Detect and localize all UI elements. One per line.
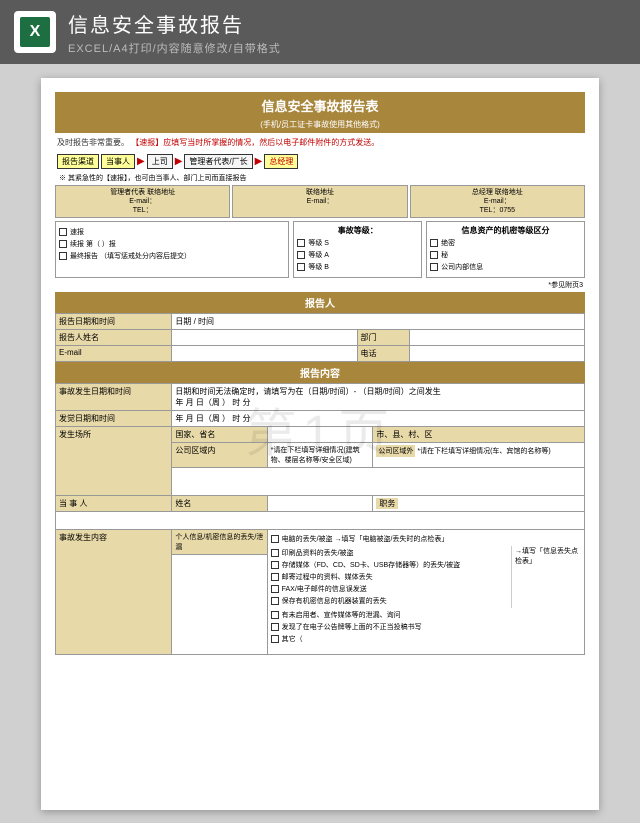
section-content: 报告内容 (55, 362, 585, 383)
document-page: 第1页 信息安全事故报告表 (手机/员工证卡事故使用其他格式) 及时报告非常重要… (41, 78, 599, 810)
contact-row: 管理者代表 联络地址 E-mail： TEL： 联络地址 E-mail： 总经理… (55, 185, 585, 218)
check-4[interactable]: FAX/电子邮件的信息误发送 (271, 584, 511, 594)
page-title: 信息安全事故报告 (68, 9, 281, 38)
check-0[interactable]: 电脑的丢失/被盗 →填写「电脑被盗/丢失时的点检表」 (271, 534, 581, 544)
contact-0: 管理者代表 联络地址 E-mail： TEL： (55, 185, 230, 218)
form-title: 信息安全事故报告表 (55, 92, 585, 119)
check-3[interactable]: 邮寄过程中的资料、媒体丢失 (271, 572, 511, 582)
app-header: 信息安全事故报告 EXCEL/A4打印/内容随意修改/自带格式 (0, 0, 640, 64)
type-0[interactable]: 速报 (59, 227, 285, 237)
flow-label: 报告渠道 (57, 154, 99, 169)
asset-0[interactable]: 绝密 (430, 238, 581, 248)
flow-step-0: 当事人 (101, 154, 135, 169)
check-5[interactable]: 保存有机密信息的机器装置的丢失 (271, 596, 511, 606)
asset-2[interactable]: 公司内部信息 (430, 262, 581, 272)
check-6[interactable]: 有未启用者、宣传媒体等的泄漏、询问 (271, 610, 581, 620)
arrow-icon: ▶ (255, 156, 263, 167)
type-grade-row: 速报 续报 第（ ）报 最终报告 （填写惩戒处分内容后提交） 事故等级： 等级 … (55, 221, 585, 278)
report-flow: 报告渠道 当事人 ▶ 上司 ▶ 管理者代表/厂长 ▶ 总经理 (55, 152, 585, 171)
emergency-note: ※ 其紧急性的【速报】，也可由当事人、部门上司而直接报告 (55, 171, 585, 185)
reporter-table: 报告日期和时间日期 / 时间 报告人姓名部门 E-mail电话 (55, 313, 585, 362)
type-2[interactable]: 最终报告 （填写惩戒处分内容后提交） (59, 251, 285, 261)
arrow-icon: ▶ (137, 156, 145, 167)
content-table: 事故发生日期和时间日期和时间无法确定时，请填写为在（日期/时间）- （日期/时间… (55, 383, 585, 655)
contact-2: 总经理 联络地址 E-mail： TEL：0755 (410, 185, 585, 218)
check-7[interactable]: 发现了在电子公告牌等上面的不正当投稿书写 (271, 622, 581, 632)
intro-text: 及时报告非常重要。 【速报】应填写当时所掌握的情况，然后以电子邮件附件的方式发送… (55, 133, 585, 152)
asset-box: 信息资产的机密等级区分 绝密 秘 公司内部信息 (426, 221, 585, 278)
grade-box: 事故等级： 等级 S 等级 A 等级 B (293, 221, 422, 278)
flow-step-1: 上司 (147, 154, 173, 169)
check-1[interactable]: 印刷品资料的丢失/被盗 (271, 548, 511, 558)
report-type-box: 速报 续报 第（ ）报 最终报告 （填写惩戒处分内容后提交） (55, 221, 289, 278)
grade-b[interactable]: 等级 B (297, 262, 418, 272)
excel-icon (14, 11, 56, 53)
form-subtitle: (手机/员工证卡事故使用其他格式) (55, 119, 585, 133)
grade-s[interactable]: 等级 S (297, 238, 418, 248)
section-reporter: 报告人 (55, 292, 585, 313)
asset-1[interactable]: 秘 (430, 250, 581, 260)
grade-a[interactable]: 等级 A (297, 250, 418, 260)
contact-1: 联络地址 E-mail： (232, 185, 407, 218)
check-side-note: →填写「信息丢失点检表」 (511, 546, 581, 608)
ref-note: *参见附页3 (55, 278, 585, 292)
flow-step-2: 管理者代表/厂长 (184, 154, 252, 169)
check-8[interactable]: 其它（ (271, 634, 581, 644)
type-1[interactable]: 续报 第（ ）报 (59, 239, 285, 249)
header-text: 信息安全事故报告 EXCEL/A4打印/内容随意修改/自带格式 (68, 9, 281, 56)
arrow-icon: ▶ (175, 156, 183, 167)
flow-step-3: 总经理 (264, 154, 298, 169)
page-subtitle: EXCEL/A4打印/内容随意修改/自带格式 (68, 40, 281, 56)
check-2[interactable]: 存储媒体（FD、CD、SD卡、USB存储器等）的丢失/被盗 (271, 560, 511, 570)
